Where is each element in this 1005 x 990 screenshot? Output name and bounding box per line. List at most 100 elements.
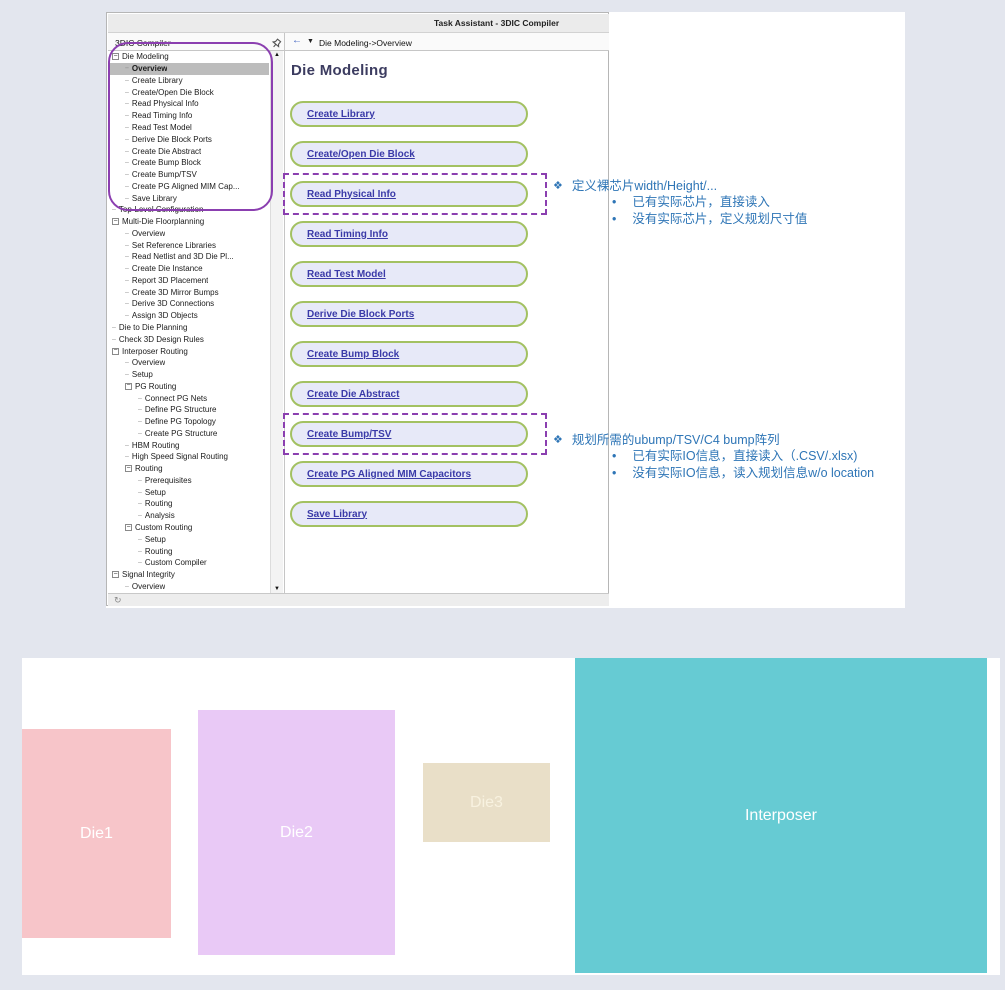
tree-item[interactable]: –Create Die Abstract [108, 145, 269, 157]
tree-item[interactable]: −Routing [108, 463, 269, 475]
back-arrow-icon[interactable]: ← [292, 35, 302, 46]
tree-item[interactable]: –Read Physical Info [108, 98, 269, 110]
die-block-die2: Die2 [198, 710, 395, 955]
tree-item[interactable]: –Analysis [108, 510, 269, 522]
tree-item[interactable]: –Top-Level Configuration [108, 204, 269, 216]
tree-item[interactable]: –Create Die Instance [108, 263, 269, 275]
tree-item[interactable]: –Check 3D Design Rules [108, 333, 269, 345]
expand-icon[interactable]: − [112, 348, 119, 355]
tree-item-label: PG Routing [135, 382, 176, 391]
tree-connector-icon: – [125, 171, 129, 178]
task-button[interactable]: Create Bump Block [290, 341, 528, 367]
tree-item[interactable]: –Create Library [108, 75, 269, 87]
expand-icon[interactable]: − [125, 524, 132, 531]
tree-item[interactable]: –Setup [108, 486, 269, 498]
tree-item[interactable]: –Define PG Topology [108, 416, 269, 428]
tree-connector-icon: – [138, 395, 142, 402]
tree-item[interactable]: –Die to Die Planning [108, 322, 269, 334]
tree-item[interactable]: –Overview [108, 357, 269, 369]
tree-item[interactable]: –Routing [108, 498, 269, 510]
sidebar-header: 3DIC Compiler [115, 38, 171, 48]
tree-connector-icon: – [125, 359, 129, 366]
task-button[interactable]: Create Die Abstract [290, 381, 528, 407]
tree-item-label: Check 3D Design Rules [119, 335, 204, 344]
tree-item[interactable]: –Custom Compiler [108, 557, 269, 569]
annotation-bullet: • 已有实际IO信息，直接读入（.CSV/.xlsx) [612, 448, 903, 465]
tree-item[interactable]: –Create PG Aligned MIM Cap... [108, 180, 269, 192]
tree-connector-icon: – [125, 583, 129, 590]
tree-item-label: Overview [132, 64, 168, 73]
task-button[interactable]: Create Library [290, 101, 528, 127]
breadcrumb-dropdown-icon[interactable]: ▼ [307, 38, 314, 45]
tree-connector-icon: – [138, 489, 142, 496]
tree-item-label: Create Bump/TSV [132, 170, 197, 179]
tree-item-label: Define PG Topology [145, 417, 216, 426]
tree-item[interactable]: –High Speed Signal Routing [108, 451, 269, 463]
tree-item[interactable]: –Assign 3D Objects [108, 310, 269, 322]
tree-scrollbar[interactable]: ▲ ▼ [270, 51, 283, 593]
bullet-icon: • [612, 448, 616, 465]
tree-item[interactable]: −Multi-Die Floorplanning [108, 216, 269, 228]
tree-item-label: Define PG Structure [145, 405, 217, 414]
task-button[interactable]: Derive Die Block Ports [290, 301, 528, 327]
annotation-bullet-text: 已有实际IO信息，直接读入（.CSV/.xlsx) [632, 448, 857, 465]
tree-item[interactable]: −Interposer Routing [108, 345, 269, 357]
tree-item[interactable]: –Derive 3D Connections [108, 298, 269, 310]
tree-connector-icon: – [112, 206, 116, 213]
pin-icon[interactable] [271, 36, 282, 47]
tree-item[interactable]: –Create PG Structure [108, 428, 269, 440]
tree-item[interactable]: –Create Bump/TSV [108, 169, 269, 181]
task-button[interactable]: Create PG Aligned MIM Capacitors [290, 461, 528, 487]
expand-icon[interactable]: − [125, 465, 132, 472]
tree-item-label: Signal Integrity [122, 570, 175, 579]
tree-item[interactable]: –Create Bump Block [108, 157, 269, 169]
status-icon[interactable]: ↻ [114, 595, 122, 606]
tree-item[interactable]: −Signal Integrity [108, 569, 269, 581]
tree-item-label: Setup [145, 488, 166, 497]
tree-item-label: Overview [132, 358, 165, 367]
tree-item[interactable]: –Prerequisites [108, 475, 269, 487]
tree-item[interactable]: –Setup [108, 369, 269, 381]
tree-connector-icon: – [125, 65, 129, 72]
tree-item[interactable]: –HBM Routing [108, 439, 269, 451]
tree-item[interactable]: –Routing [108, 545, 269, 557]
tree-item[interactable]: –Overview [108, 580, 269, 592]
tree-item[interactable]: –Report 3D Placement [108, 275, 269, 287]
expand-icon[interactable]: − [112, 218, 119, 225]
task-button[interactable]: Read Timing Info [290, 221, 528, 247]
annotation-bullet: •已有实际芯片，直接读入 [612, 194, 903, 211]
task-button[interactable]: Read Physical Info [290, 181, 528, 207]
tree-item[interactable]: –Save Library [108, 192, 269, 204]
expand-icon[interactable]: − [125, 383, 132, 390]
tree-item[interactable]: –Derive Die Block Ports [108, 133, 269, 145]
tree-item[interactable]: –Define PG Structure [108, 404, 269, 416]
task-button[interactable]: Read Test Model [290, 261, 528, 287]
task-button[interactable]: Create/Open Die Block [290, 141, 528, 167]
expand-icon[interactable]: − [112, 53, 119, 60]
expand-icon[interactable]: − [112, 571, 119, 578]
tree-item[interactable]: –Set Reference Libraries [108, 239, 269, 251]
tree-item[interactable]: –Read Netlist and 3D Die Pl... [108, 251, 269, 263]
tree-item-label: Read Netlist and 3D Die Pl... [132, 252, 234, 261]
annotation-bullet: •没有实际芯片，定义规划尺寸值 [612, 211, 903, 228]
tree-item[interactable]: –Read Test Model [108, 122, 269, 134]
task-button[interactable]: Save Library [290, 501, 528, 527]
scroll-down-icon[interactable]: ▼ [274, 586, 280, 592]
task-button-label: Create PG Aligned MIM Capacitors [307, 469, 471, 480]
tree-item[interactable]: –Setup [108, 533, 269, 545]
tree-item-label: Read Test Model [132, 123, 192, 132]
tree-item-label: Create PG Structure [145, 429, 217, 438]
tree-item[interactable]: –Create/Open Die Block [108, 86, 269, 98]
task-button-label: Create Bump/TSV [307, 429, 391, 440]
tree-item[interactable]: −Custom Routing [108, 522, 269, 534]
tree-item[interactable]: –Read Timing Info [108, 110, 269, 122]
tree-item[interactable]: −Die Modeling [108, 51, 269, 63]
tree-item[interactable]: −PG Routing [108, 380, 269, 392]
die-block-label: Interposer [745, 807, 817, 825]
tree-item[interactable]: –Connect PG Nets [108, 392, 269, 404]
scroll-up-icon[interactable]: ▲ [274, 52, 280, 58]
tree-item[interactable]: –Create 3D Mirror Bumps [108, 286, 269, 298]
task-button[interactable]: Create Bump/TSV [290, 421, 528, 447]
tree-item[interactable]: –Overview [108, 63, 269, 75]
tree-item[interactable]: –Overview [108, 227, 269, 239]
